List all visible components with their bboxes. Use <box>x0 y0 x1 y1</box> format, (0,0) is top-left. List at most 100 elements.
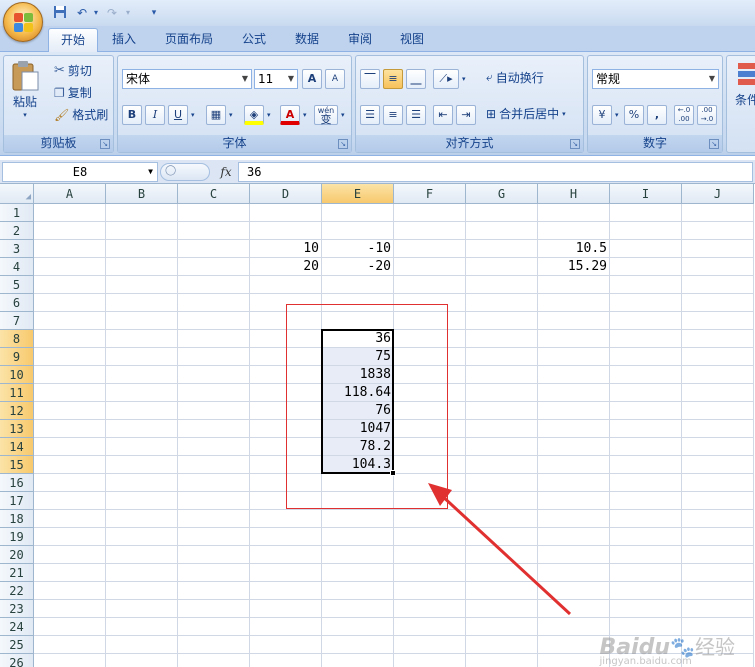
increase-decimal-button[interactable]: ←.0 .00 <box>674 105 694 125</box>
format-painter-button[interactable]: 🖌 格式刷 <box>54 106 108 123</box>
tab-home[interactable]: 开始 <box>48 28 99 52</box>
align-top-icon: ⎺ <box>360 69 380 89</box>
paste-icon <box>12 61 39 91</box>
fill-bucket-icon: ◈ <box>244 105 264 125</box>
align-top-button[interactable]: ⎺ <box>360 69 380 89</box>
phonetic-dropdown-icon[interactable]: ▾ <box>341 111 345 119</box>
name-box-value: E8 <box>72 165 88 179</box>
alignment-group: ⎺ ≡ ⎽ ⟋▸ ▾ ⤶ 自动换行 ☰ ≡ ☰ ⇤ ⇥ ⊞ 合并后居中 ▾ 对齐方… <box>355 55 584 153</box>
align-middle-button[interactable]: ≡ <box>383 69 403 89</box>
shrink-font-button[interactable]: A <box>325 69 345 89</box>
orientation-dropdown-icon[interactable]: ▾ <box>462 75 466 83</box>
font-color-dropdown-icon[interactable]: ▾ <box>303 111 307 119</box>
insert-function-button[interactable]: fx <box>214 163 238 181</box>
clipboard-group-label: 剪贴板 <box>4 135 113 152</box>
increase-indent-icon: ⇥ <box>456 105 476 125</box>
orientation-icon: ⟋▸ <box>433 69 459 89</box>
decrease-indent-button[interactable]: ⇤ <box>433 105 453 125</box>
tab-data[interactable]: 数据 <box>283 28 331 52</box>
clipboard-launcher-icon[interactable]: ↘ <box>100 139 110 149</box>
formula-input[interactable]: 36 <box>238 162 753 182</box>
save-icon[interactable] <box>52 5 68 21</box>
copy-button[interactable]: ❐ 复制 <box>54 84 92 101</box>
currency-icon: ¥ <box>592 105 612 125</box>
underline-button[interactable]: U ▾ <box>168 105 195 125</box>
cut-button[interactable]: ✂ 剪切 <box>54 62 92 79</box>
shrink-font-icon: A <box>325 69 345 89</box>
chevron-down-icon: ▼ <box>287 74 294 83</box>
phonetic-button[interactable]: wén 变 ▾ <box>314 105 345 125</box>
number-group-label: 数字 <box>588 135 722 152</box>
conditional-format-button[interactable]: 条件 <box>735 62 755 108</box>
paste-dropdown-icon[interactable]: ▾ <box>23 111 27 119</box>
increase-indent-button[interactable]: ⇥ <box>456 105 476 125</box>
merge-dropdown-icon[interactable]: ▾ <box>562 110 566 118</box>
chevron-down-icon[interactable]: ▼ <box>148 163 153 181</box>
conditional-format-icon <box>738 63 755 85</box>
worksheet-grid[interactable]: ◢ A B C D E F G H I J 1 2 3 10 -10 10.5 4 20 -20 15.29 5 6 7 8 3… <box>0 184 755 667</box>
office-button[interactable] <box>3 2 43 42</box>
italic-button[interactable]: I <box>145 105 165 125</box>
merge-center-button[interactable]: ⊞ 合并后居中 ▾ <box>486 105 566 122</box>
tab-page-layout[interactable]: 页面布局 <box>153 28 225 52</box>
align-right-button[interactable]: ☰ <box>406 105 426 125</box>
align-middle-icon: ≡ <box>383 69 403 89</box>
borders-button[interactable]: ▦ ▾ <box>206 105 233 125</box>
paste-label: 粘贴 <box>12 95 37 109</box>
redo-dropdown-icon[interactable]: ▾ <box>120 5 136 21</box>
align-left-icon: ☰ <box>360 105 380 125</box>
wrap-text-button[interactable]: ⤶ 自动换行 <box>486 69 544 86</box>
redo-icon[interactable]: ↷ <box>104 5 120 21</box>
align-center-button[interactable]: ≡ <box>383 105 403 125</box>
currency-dropdown-icon[interactable]: ▾ <box>615 111 619 119</box>
customize-toolbar-icon[interactable]: ▾ <box>146 5 162 21</box>
tab-insert[interactable]: 插入 <box>100 28 148 52</box>
align-right-icon: ☰ <box>406 105 426 125</box>
orientation-button[interactable]: ⟋▸ ▾ <box>433 69 466 89</box>
merge-center-icon: ⊞ <box>486 106 497 121</box>
number-format-select[interactable]: 常规 ▼ <box>592 69 719 89</box>
styles-group: 条件 <box>726 55 755 153</box>
alignment-launcher-icon[interactable]: ↘ <box>570 139 580 149</box>
font-color-button[interactable]: A ▾ <box>280 105 307 125</box>
align-bottom-button[interactable]: ⎽ <box>406 69 426 89</box>
font-name-select[interactable]: 宋体 ▼ <box>122 69 252 89</box>
percent-icon: % <box>624 105 644 125</box>
undo-dropdown-icon[interactable]: ▾ <box>88 5 104 21</box>
decrease-decimal-button[interactable]: .00 →.0 <box>697 105 717 125</box>
wrap-text-label: 自动换行 <box>495 71 544 85</box>
font-group-label: 字体 <box>118 135 351 152</box>
comma-button[interactable]: , <box>647 105 667 125</box>
name-box[interactable]: E8 ▼ <box>2 162 158 182</box>
font-group: 宋体 ▼ 11 ▼ A A B I U ▾ ▦ ▾ ◈ ▾ A ▾ wén 变 ▾ 字体 ↘ <box>117 55 352 153</box>
increase-decimal-icon: ←.0 .00 <box>674 105 694 125</box>
baidu-watermark: Baidu🐾经验 jingyan.baidu.com <box>600 631 735 667</box>
bold-icon: B <box>122 105 142 125</box>
bold-button[interactable]: B <box>122 105 142 125</box>
font-size-select[interactable]: 11 ▼ <box>254 69 298 89</box>
formula-bar: E8 ▼ ◯ fx 36 <box>0 160 755 184</box>
formula-expand-handle[interactable]: ◯ <box>160 163 210 181</box>
number-group: 常规 ▼ ¥ ▾ % , ←.0 .00 .00 →.0 数字 ↘ <box>587 55 723 153</box>
grow-font-button[interactable]: A <box>302 69 322 89</box>
underline-dropdown-icon[interactable]: ▾ <box>191 111 195 119</box>
tab-formulas[interactable]: 公式 <box>230 28 278 52</box>
paste-button[interactable]: 粘贴 ▾ <box>10 60 40 119</box>
tab-review[interactable]: 审阅 <box>336 28 384 52</box>
tab-view[interactable]: 视图 <box>388 28 436 52</box>
fill-handle[interactable] <box>390 470 396 476</box>
underline-icon: U <box>168 105 188 125</box>
copy-icon: ❐ <box>54 85 65 100</box>
align-center-icon: ≡ <box>383 105 403 125</box>
chevron-down-icon: ▼ <box>708 74 715 83</box>
align-left-button[interactable]: ☰ <box>360 105 380 125</box>
borders-dropdown-icon[interactable]: ▾ <box>229 111 233 119</box>
fill-color-button[interactable]: ◈ ▾ <box>244 105 271 125</box>
watermark-brand-cn: 经验 <box>695 635 735 659</box>
number-launcher-icon[interactable]: ↘ <box>709 139 719 149</box>
font-launcher-icon[interactable]: ↘ <box>338 139 348 149</box>
phonetic-char: 变 <box>320 113 332 126</box>
currency-button[interactable]: ¥ ▾ <box>592 105 619 125</box>
fill-color-dropdown-icon[interactable]: ▾ <box>267 111 271 119</box>
percent-button[interactable]: % <box>624 105 644 125</box>
